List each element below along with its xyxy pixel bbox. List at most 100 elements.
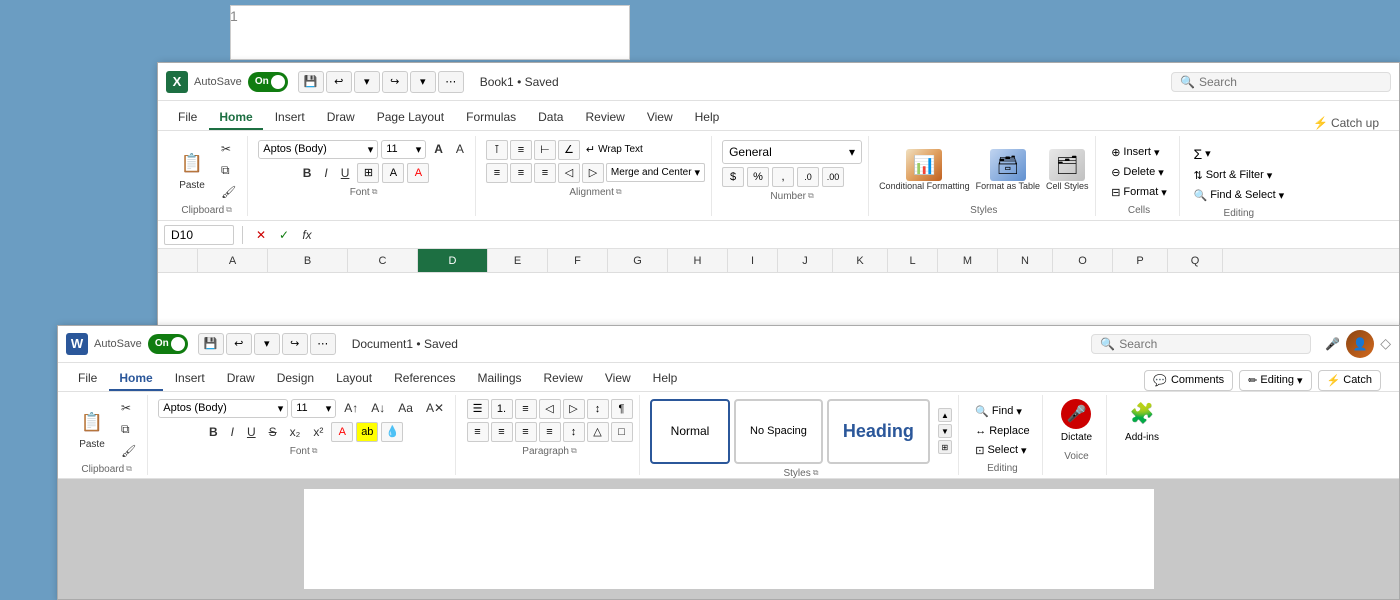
word-dictate-button[interactable]: 🎤 Dictate xyxy=(1053,395,1100,447)
word-show-marks-button[interactable]: ¶ xyxy=(611,399,633,419)
word-save-button[interactable]: 💾 xyxy=(198,333,224,355)
excel-insert-function-button[interactable]: fx xyxy=(297,225,317,245)
word-borders-para[interactable]: □ xyxy=(611,422,633,442)
word-tab-home[interactable]: Home xyxy=(109,367,162,391)
word-style-normal[interactable]: Normal xyxy=(650,399,730,464)
alignment-expand-icon[interactable]: ⧉ xyxy=(616,187,622,197)
word-tab-view[interactable]: View xyxy=(595,367,641,391)
excel-grow-font[interactable]: A xyxy=(429,140,448,158)
word-font-expand-icon[interactable]: ⧉ xyxy=(312,446,318,456)
format-as-table-button[interactable]: 🗃 Format as Table xyxy=(976,149,1040,191)
col-header-d[interactable]: D xyxy=(418,249,488,272)
excel-cancel-button[interactable]: ✕ xyxy=(251,225,271,245)
indent-increase[interactable]: ▷ xyxy=(582,163,604,183)
excel-tab-draw[interactable]: Draw xyxy=(317,106,365,130)
excel-percent-button[interactable]: % xyxy=(747,167,769,187)
col-header-l[interactable]: L xyxy=(888,249,938,272)
word-font-color-button[interactable]: A xyxy=(331,422,353,442)
excel-comma-button[interactable]: , xyxy=(772,167,794,187)
excel-tab-insert[interactable]: Insert xyxy=(265,106,315,130)
excel-borders-button[interactable]: ⊞ xyxy=(357,163,379,183)
excel-number-format-dropdown[interactable]: General ▾ xyxy=(722,140,862,164)
word-addins-button[interactable]: 🧩 Add-ins xyxy=(1117,395,1167,447)
styles-expand[interactable]: ⊞ xyxy=(938,440,952,454)
excel-wrap-text-button[interactable]: ↵ Wrap Text xyxy=(582,141,647,158)
font-expand-icon[interactable]: ⧉ xyxy=(372,187,378,197)
excel-bold-button[interactable]: B xyxy=(298,164,317,182)
word-catch-button[interactable]: ⚡ Catch xyxy=(1318,370,1381,391)
word-shading-para[interactable]: △ xyxy=(587,422,609,442)
word-shrink-font[interactable]: A↓ xyxy=(366,399,390,417)
excel-increase-decimal[interactable]: .0 xyxy=(797,167,819,187)
word-search-bar[interactable]: 🔍 xyxy=(1091,334,1311,354)
col-header-o[interactable]: O xyxy=(1053,249,1113,272)
word-tab-insert[interactable]: Insert xyxy=(165,367,215,391)
excel-tab-review[interactable]: Review xyxy=(575,106,634,130)
word-increase-indent[interactable]: ▷ xyxy=(563,399,585,419)
word-line-spacing[interactable]: ↕ xyxy=(563,422,585,442)
number-expand-icon[interactable]: ⧉ xyxy=(808,191,814,201)
word-strikethrough-button[interactable]: S xyxy=(264,423,282,441)
word-highlight-button[interactable]: ab xyxy=(356,422,378,442)
cell-styles-button[interactable]: 🗂 Cell Styles xyxy=(1046,149,1089,191)
col-header-n[interactable]: N xyxy=(998,249,1053,272)
col-header-p[interactable]: P xyxy=(1113,249,1168,272)
col-header-b[interactable]: B xyxy=(268,249,348,272)
align-top-center[interactable]: ≡ xyxy=(510,140,532,160)
orient-text[interactable]: ∠ xyxy=(558,140,580,160)
word-align-center[interactable]: ≡ xyxy=(491,422,513,442)
col-header-h[interactable]: H xyxy=(668,249,728,272)
word-find-button[interactable]: 🔍 Find ▾ xyxy=(971,403,1033,420)
word-mic-icon[interactable]: 🎤 xyxy=(1325,337,1340,351)
excel-confirm-button[interactable]: ✓ xyxy=(274,225,294,245)
word-format-painter-button[interactable]: 🖌 xyxy=(116,442,141,460)
indent-decrease[interactable]: ◁ xyxy=(558,163,580,183)
word-styles-expand-icon[interactable]: ⧉ xyxy=(813,468,819,478)
excel-tab-view[interactable]: View xyxy=(637,106,683,130)
col-header-q[interactable]: Q xyxy=(1168,249,1223,272)
styles-scroll-down[interactable]: ▼ xyxy=(938,424,952,438)
col-header-j[interactable]: J xyxy=(778,249,833,272)
word-tab-references[interactable]: References xyxy=(384,367,465,391)
word-numbering-button[interactable]: 1. xyxy=(491,399,513,419)
excel-dollar-button[interactable]: $ xyxy=(722,167,744,187)
word-undo-button[interactable]: ↩ xyxy=(226,333,252,355)
redo-button[interactable]: ↪ xyxy=(382,71,408,93)
excel-cell-ref[interactable]: D10 xyxy=(164,225,234,245)
word-font-name-selector[interactable]: Aptos (Body) ▾ xyxy=(158,399,288,418)
align-center[interactable]: ≡ xyxy=(510,163,532,183)
excel-find-select-button[interactable]: 🔍 Find & Select ▾ xyxy=(1190,187,1289,204)
excel-tab-file[interactable]: File xyxy=(168,106,207,130)
col-header-i[interactable]: I xyxy=(728,249,778,272)
excel-shrink-font[interactable]: A xyxy=(451,140,469,158)
word-autosave-toggle[interactable]: On xyxy=(148,334,188,354)
word-tab-review[interactable]: Review xyxy=(534,367,593,391)
excel-decrease-decimal[interactable]: .00 xyxy=(822,167,844,187)
word-italic-button[interactable]: I xyxy=(226,423,239,441)
excel-font-color-button[interactable]: A xyxy=(407,163,429,183)
word-sort-button[interactable]: ↕ xyxy=(587,399,609,419)
word-underline-button[interactable]: U xyxy=(242,423,261,441)
excel-format-painter-button[interactable]: 🖌 xyxy=(216,183,241,201)
word-subscript-button[interactable]: x₂ xyxy=(285,423,306,441)
excel-sum-button[interactable]: Σ ▾ xyxy=(1190,144,1289,164)
word-clipboard-expand-icon[interactable]: ⧉ xyxy=(126,464,132,474)
word-clear-format[interactable]: A✕ xyxy=(421,399,449,417)
redo-dropdown[interactable]: ▾ xyxy=(410,71,436,93)
excel-copy-button[interactable]: ⧉ xyxy=(216,161,241,180)
excel-insert-button[interactable]: ⊕ Insert ▾ xyxy=(1107,144,1171,161)
excel-tab-formulas[interactable]: Formulas xyxy=(456,106,526,130)
word-tab-help[interactable]: Help xyxy=(643,367,688,391)
align-top-right[interactable]: ⊢ xyxy=(534,140,556,160)
col-header-k[interactable]: K xyxy=(833,249,888,272)
word-redo-button[interactable]: ↪ xyxy=(282,333,308,355)
word-justify[interactable]: ≡ xyxy=(539,422,561,442)
word-paste-button[interactable]: 📋 Paste xyxy=(72,406,112,453)
excel-font-name-selector[interactable]: Aptos (Body) ▾ xyxy=(258,140,378,159)
excel-autosave-toggle[interactable]: On xyxy=(248,72,288,92)
excel-italic-button[interactable]: I xyxy=(319,164,332,182)
excel-font-size-selector[interactable]: 11 ▾ xyxy=(381,140,426,159)
word-page[interactable] xyxy=(304,489,1154,589)
word-align-left[interactable]: ≡ xyxy=(467,422,489,442)
word-customize-button[interactable]: ⋯ xyxy=(310,333,336,355)
